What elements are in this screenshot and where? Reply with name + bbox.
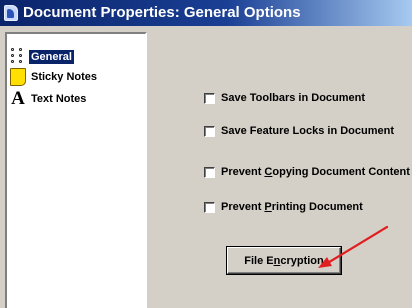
- annotation-arrow-icon: [318, 225, 389, 268]
- sidebar-item-sticky-notes[interactable]: Sticky Notes: [10, 66, 99, 88]
- sidebar-item-label: Sticky Notes: [31, 71, 98, 83]
- text-letter-icon: A: [11, 88, 25, 109]
- save-toolbars-option[interactable]: Save Toolbars in Document: [204, 90, 365, 106]
- sidebar-item-text-notes[interactable]: A Text Notes: [10, 88, 88, 110]
- save-toolbars-label: Save Toolbars in Document: [221, 92, 366, 104]
- title-bar[interactable]: Document Properties: General Options: [0, 0, 412, 26]
- options-category-list: General Sticky Notes A Text Notes: [5, 32, 147, 308]
- save-feature-locks-checkbox[interactable]: [204, 125, 215, 137]
- sidebar-item-label: General: [29, 50, 74, 64]
- sidebar-item-label: Text Notes: [31, 93, 87, 105]
- window-title: Document Properties: General Options: [23, 4, 301, 21]
- prevent-printing-checkbox[interactable]: [204, 201, 215, 213]
- save-toolbars-checkbox[interactable]: [204, 92, 215, 104]
- prevent-copying-option[interactable]: Prevent Copying Document Content: [204, 164, 410, 180]
- sticky-note-icon: [10, 68, 26, 86]
- document-properties-window: Document Properties: General Options Gen…: [0, 0, 412, 308]
- sidebar-item-general[interactable]: General: [10, 46, 74, 68]
- app-document-icon: [4, 5, 18, 21]
- general-options-icon: [10, 48, 26, 66]
- prevent-copying-label: Prevent Copying Document Content: [221, 166, 410, 178]
- save-feature-locks-option[interactable]: Save Feature Locks in Document: [204, 123, 394, 139]
- prevent-copying-checkbox[interactable]: [204, 166, 215, 178]
- save-feature-locks-label: Save Feature Locks in Document: [221, 125, 394, 137]
